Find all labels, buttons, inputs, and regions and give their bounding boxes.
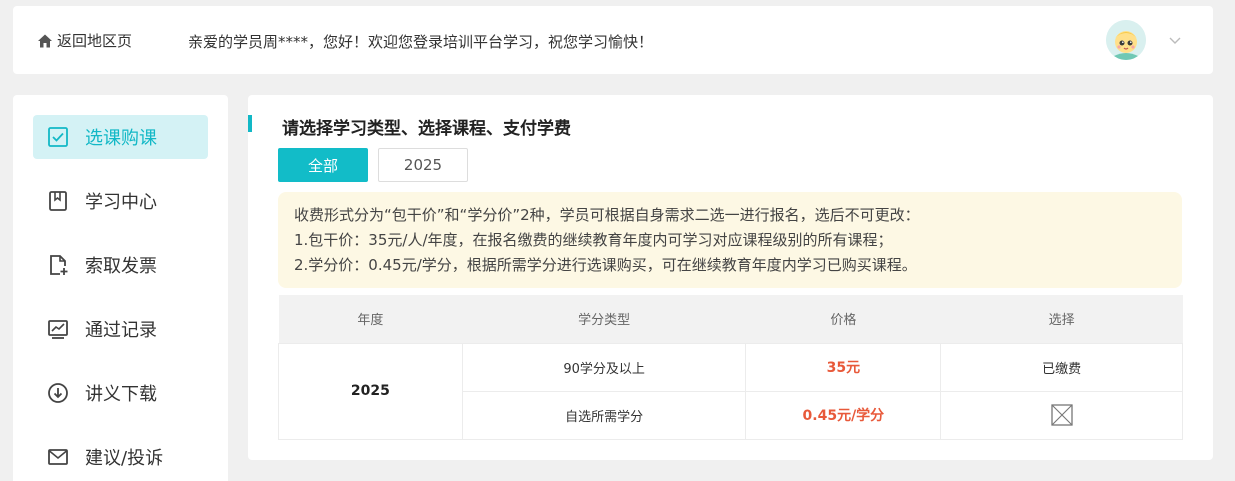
column-header-credit-type: 学分类型 xyxy=(462,295,746,343)
notice-line: 1.包干价：35元/人/年度，在报名缴费的继续教育年度内可学习对应课程级别的所有… xyxy=(294,231,893,249)
notice-line: 收费形式分为“包干价”和“学分价”2种，学员可根据自身需求二选一进行报名，选后不… xyxy=(294,206,920,224)
sidebar-item-label: 讲义下载 xyxy=(85,384,157,405)
fee-table: 年度 学分类型 价格 选择 2025 90学分及以上 35元 已缴费 自选所需学… xyxy=(278,295,1183,440)
column-header-price: 价格 xyxy=(745,295,941,343)
checkbox-icon xyxy=(47,126,69,148)
invoice-icon xyxy=(47,254,69,276)
fee-notice: 收费形式分为“包干价”和“学分价”2种，学员可根据自身需求二选一进行报名，选后不… xyxy=(278,192,1182,288)
sidebar: 选课购课 学习中心 索取发票 通过记录 讲义下载 建议/投诉 xyxy=(13,95,228,481)
bookmark-icon xyxy=(47,190,69,212)
sidebar-item-label: 建议/投诉 xyxy=(85,448,164,469)
download-icon xyxy=(47,382,69,404)
sidebar-item-handout-download[interactable]: 讲义下载 xyxy=(33,371,208,415)
mail-icon xyxy=(47,446,69,468)
back-to-region-link[interactable]: 返回地区页 xyxy=(37,30,132,51)
notice-line: 2.学分价：0.45元/学分，根据所需学分进行选课购买，可在继续教育年度内学习已… xyxy=(294,256,917,274)
sidebar-item-study-center[interactable]: 学习中心 xyxy=(33,179,208,223)
back-label: 返回地区页 xyxy=(57,32,133,50)
page-title: 请选择学习类型、选择课程、支付学费 xyxy=(282,119,571,139)
column-header-select: 选择 xyxy=(940,295,1183,343)
sidebar-item-feedback[interactable]: 建议/投诉 xyxy=(33,435,208,479)
sidebar-item-course-selection[interactable]: 选课购课 xyxy=(33,115,208,159)
sidebar-item-pass-records[interactable]: 通过记录 xyxy=(33,307,208,351)
chevron-down-icon[interactable] xyxy=(1168,32,1182,46)
home-icon xyxy=(37,33,53,49)
main-panel: 请选择学习类型、选择课程、支付学费 全部 2025 收费形式分为“包干价”和“学… xyxy=(248,95,1213,460)
column-header-year: 年度 xyxy=(278,295,463,343)
select-cell xyxy=(940,390,1183,440)
price-cell: 0.45元/学分 xyxy=(745,390,942,440)
table-row: 2025 90学分及以上 35元 已缴费 xyxy=(278,342,1183,440)
sidebar-item-label: 通过记录 xyxy=(85,320,157,341)
tab-2025[interactable]: 2025 xyxy=(378,148,468,182)
table-header-row: 年度 学分类型 价格 选择 xyxy=(278,295,1183,343)
section-marker xyxy=(248,115,252,132)
sidebar-item-label: 选课购课 xyxy=(85,128,157,149)
chart-icon xyxy=(47,318,69,340)
tab-all[interactable]: 全部 xyxy=(278,148,368,182)
credit-type-cell: 自选所需学分 xyxy=(461,390,747,440)
avatar[interactable] xyxy=(1106,20,1146,60)
sidebar-item-invoice[interactable]: 索取发票 xyxy=(33,243,208,287)
price-cell: 35元 xyxy=(745,342,942,392)
sidebar-item-label: 学习中心 xyxy=(85,192,157,213)
sidebar-item-label: 索取发票 xyxy=(85,256,157,277)
disabled-checkbox-icon[interactable] xyxy=(1050,404,1073,426)
welcome-message: 亲爱的学员周****，您好！欢迎您登录培训平台学习，祝您学习愉快！ xyxy=(188,33,654,51)
top-header: 返回地区页 亲爱的学员周****，您好！欢迎您登录培训平台学习，祝您学习愉快！ xyxy=(13,6,1213,74)
year-cell: 2025 xyxy=(278,342,463,440)
credit-type-cell: 90学分及以上 xyxy=(461,342,747,392)
paid-status: 已缴费 xyxy=(940,342,1183,392)
